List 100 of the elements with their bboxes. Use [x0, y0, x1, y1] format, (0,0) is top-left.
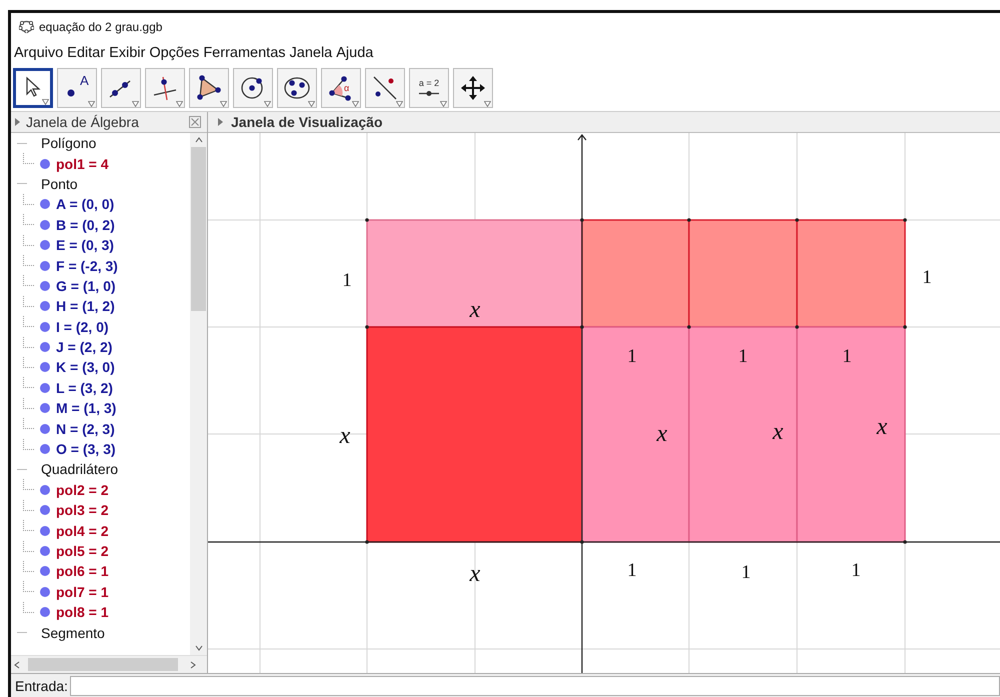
tool-button[interactable]	[13, 68, 53, 108]
group-label[interactable]: Ponto	[41, 176, 78, 192]
input-field[interactable]	[70, 676, 1000, 696]
visibility-dot[interactable]	[40, 280, 50, 291]
visibility-dot[interactable]	[40, 484, 50, 495]
visibility-dot[interactable]	[40, 260, 50, 271]
object-entry[interactable]: B = (0, 2)	[56, 216, 115, 233]
vertex-point[interactable]	[580, 325, 584, 329]
visibility-dot[interactable]	[40, 342, 50, 352]
menu-item[interactable]: Janela	[288, 44, 334, 60]
tool-button[interactable]	[277, 68, 317, 108]
visibility-dot[interactable]	[40, 526, 50, 536]
expand-triangle-icon[interactable]	[15, 118, 20, 126]
expand-triangle-icon[interactable]	[218, 118, 223, 126]
object-entry[interactable]: G = (1, 0)	[56, 278, 116, 294]
vertex-point[interactable]	[365, 540, 369, 544]
tool-button[interactable]: A	[57, 68, 97, 108]
vertex-point[interactable]	[687, 325, 691, 329]
object-entry[interactable]: H = (1, 2)	[56, 298, 115, 314]
menu-item[interactable]: Editar	[65, 44, 108, 60]
object-entry[interactable]: pol7 = 1	[56, 584, 109, 600]
object-entry[interactable]: M = (1, 3)	[56, 400, 116, 416]
object-entry[interactable]: K = (3, 0)	[56, 359, 115, 376]
tool-label: A	[80, 73, 89, 88]
visibility-dot[interactable]	[40, 424, 50, 434]
math-label: 1	[741, 562, 751, 583]
visibility-dot[interactable]	[40, 322, 50, 332]
vertex-point[interactable]	[365, 325, 369, 329]
visibility-dot[interactable]	[40, 240, 50, 250]
vertex-point[interactable]	[795, 218, 799, 222]
menu-item[interactable]: Ajuda	[334, 44, 376, 60]
dropdown-triangle-icon	[396, 101, 403, 107]
object-entry[interactable]: J = (2, 2)	[56, 339, 112, 356]
visibility-dot[interactable]	[40, 362, 50, 372]
visibility-dot[interactable]	[40, 403, 50, 414]
tool-button[interactable]: α	[321, 68, 361, 108]
object-entry[interactable]: I = (2, 0)	[56, 318, 109, 335]
vertex-point[interactable]	[795, 325, 799, 329]
object-entry[interactable]: pol4 = 2	[56, 522, 109, 539]
object-entry[interactable]: O = (3, 3)	[56, 441, 116, 458]
dropdown-triangle-icon	[42, 99, 49, 105]
menu-item[interactable]: Opções	[147, 44, 202, 60]
object-entry[interactable]: pol2 = 2	[56, 482, 109, 498]
input-label: Entrada:	[15, 678, 68, 694]
vertex-point[interactable]	[903, 540, 907, 544]
menu-item[interactable]: Ferramentas	[201, 44, 288, 60]
tool-button[interactable]: a = 2	[409, 68, 449, 108]
scroll-up-icon[interactable]	[194, 137, 202, 143]
close-icon[interactable]	[189, 116, 201, 128]
vertex-point[interactable]	[903, 218, 907, 222]
object-entry[interactable]: pol8 = 1	[56, 604, 109, 620]
scroll-left-icon[interactable]	[14, 660, 20, 668]
visibility-dot[interactable]	[40, 158, 50, 169]
math-label: x	[656, 421, 668, 447]
scroll-right-icon[interactable]	[190, 660, 196, 668]
tool-button[interactable]	[189, 68, 229, 108]
visibility-dot[interactable]	[40, 301, 50, 312]
object-entry[interactable]: N = (2, 3)	[56, 420, 115, 437]
object-entry[interactable]: pol5 = 2	[56, 543, 109, 559]
visibility-dot[interactable]	[40, 444, 50, 454]
app-logo-icon	[19, 20, 34, 33]
vertex-point[interactable]	[687, 218, 691, 222]
visibility-dot[interactable]	[40, 566, 50, 576]
object-entry[interactable]: pol6 = 1	[56, 563, 109, 580]
vertex-point[interactable]	[580, 540, 584, 544]
visibility-dot[interactable]	[40, 382, 50, 393]
visibility-dot[interactable]	[40, 505, 50, 516]
visibility-dot[interactable]	[40, 546, 50, 556]
horizontal-scrollbar[interactable]	[11, 655, 207, 673]
visibility-dot[interactable]	[40, 607, 50, 618]
visibility-dot[interactable]	[40, 220, 50, 230]
object-entry[interactable]: E = (0, 3)	[56, 237, 114, 254]
math-label: 1	[627, 346, 637, 367]
tool-button[interactable]	[233, 68, 273, 108]
dropdown-triangle-icon	[132, 101, 139, 107]
vertex-point[interactable]	[365, 218, 369, 222]
object-entry[interactable]: F = (-2, 3)	[56, 258, 118, 274]
tool-button[interactable]	[145, 68, 185, 108]
menu-item[interactable]: Arquivo	[12, 44, 66, 60]
group-label[interactable]: Segmento	[41, 624, 105, 641]
visibility-dot[interactable]	[40, 199, 50, 210]
scroll-down-icon[interactable]	[194, 645, 202, 651]
group-label[interactable]: Quadrilátero	[41, 461, 118, 478]
visibility-dot[interactable]	[40, 586, 50, 597]
dropdown-triangle-icon	[352, 101, 359, 107]
tool-button[interactable]	[101, 68, 141, 108]
math-label: x	[876, 414, 888, 440]
group-label[interactable]: Polígono	[41, 135, 96, 152]
object-entry[interactable]: A = (0, 0)	[56, 196, 114, 212]
object-entry[interactable]: L = (3, 2)	[56, 380, 113, 396]
slider-icon	[418, 90, 440, 96]
tool-button[interactable]	[453, 68, 493, 108]
vertex-point[interactable]	[903, 325, 907, 329]
object-entry[interactable]: pol3 = 2	[56, 502, 109, 518]
tool-label: a = 2	[418, 78, 440, 88]
vertical-scrollbar[interactable]	[190, 133, 207, 655]
object-entry[interactable]: pol1 = 4	[56, 156, 109, 172]
menu-item[interactable]: Exibir	[107, 44, 148, 60]
vertex-point[interactable]	[580, 218, 584, 222]
tool-button[interactable]	[365, 68, 405, 108]
